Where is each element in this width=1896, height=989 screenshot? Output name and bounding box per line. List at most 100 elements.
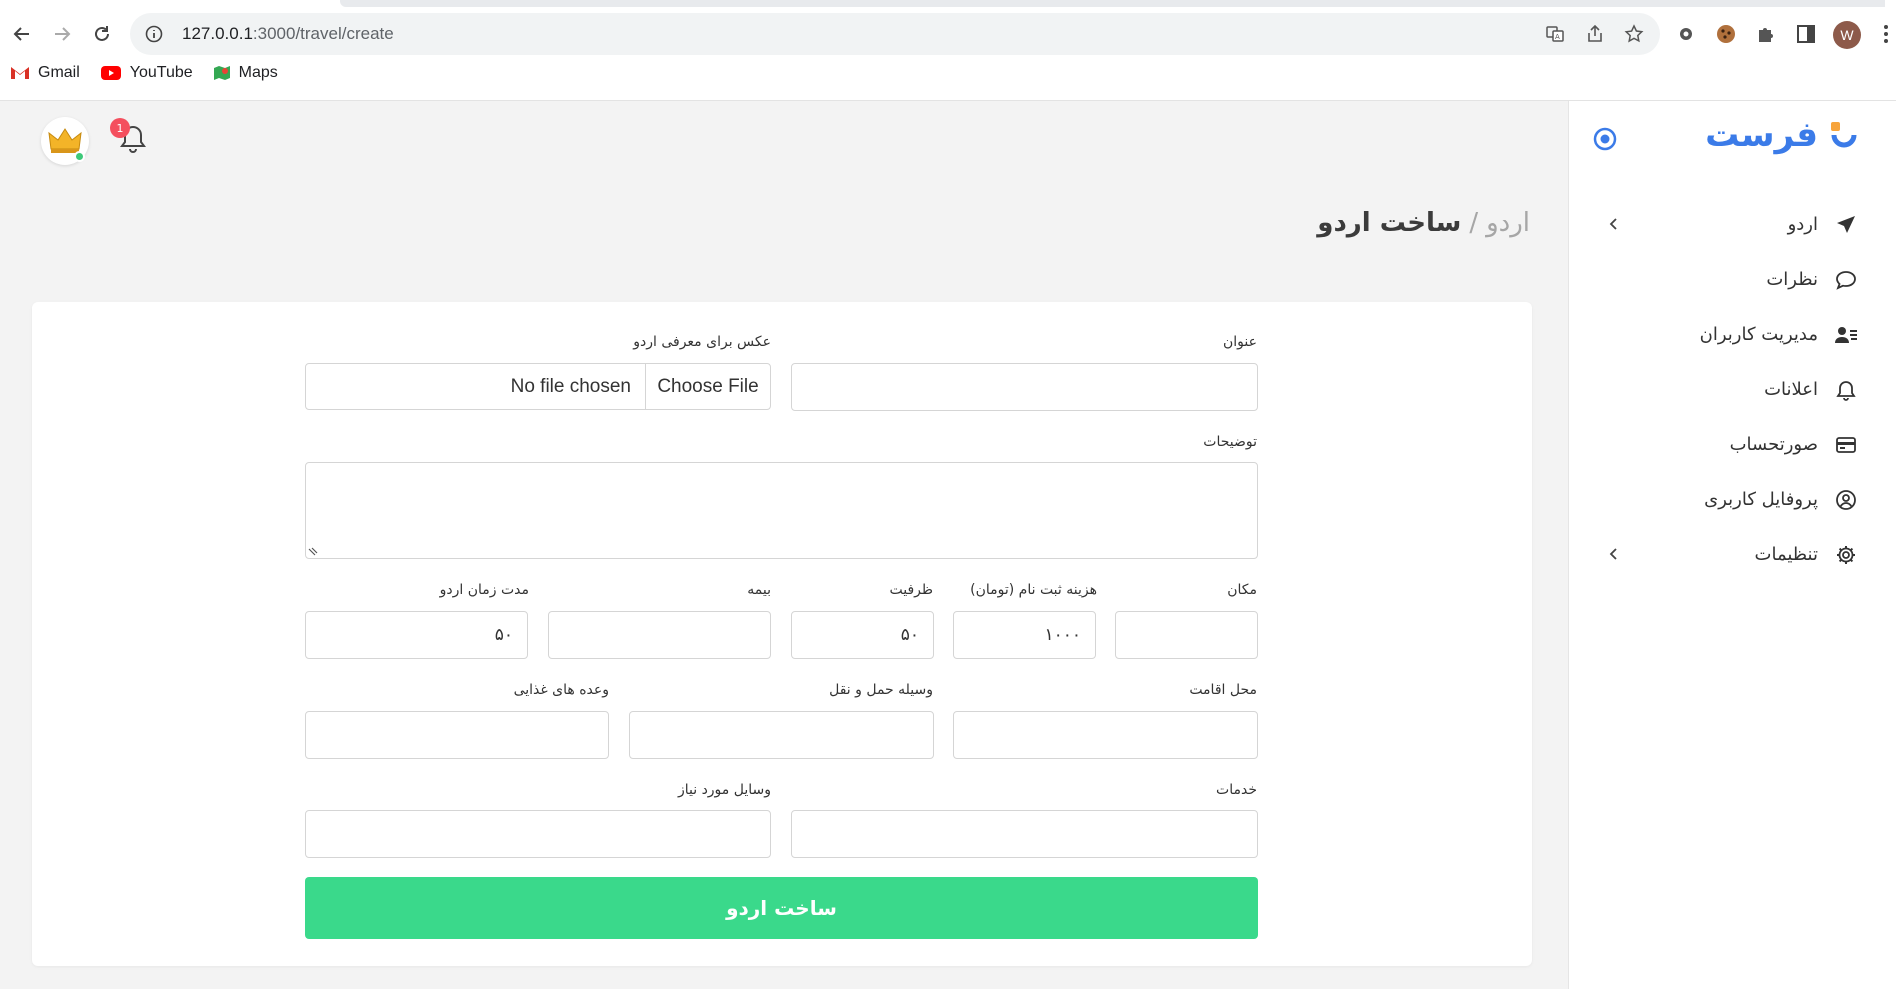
insurance-label: بیمه [747,582,771,598]
duration-label: مدت زمان اردو [439,582,529,598]
sidebar-item-label: نظرات [1766,269,1818,290]
reload-icon [95,26,109,41]
page-title: ساخت اردو [1317,208,1462,238]
sidebar-item-users[interactable]: مدیریت کاربران [1569,307,1896,362]
sidebar-item-label: پروفایل کاربری [1704,489,1818,510]
accommodation-label: محل اقامت [1189,682,1257,698]
svg-text:A: A [1555,33,1560,41]
menu-dots-icon[interactable] [1872,20,1896,48]
profile-avatar[interactable]: W [1833,21,1861,49]
location-field[interactable] [1115,611,1258,659]
arrow-left-icon [13,27,29,41]
breadcrumb-parent[interactable]: اردو [1486,208,1530,238]
file-status: No file chosen [510,375,631,397]
duration-field[interactable]: ۵۰ [305,611,528,659]
gmail-icon [11,67,29,79]
sidebar-item-label: اردو [1787,214,1818,235]
title-field[interactable] [791,363,1258,411]
chevron-left-icon [1609,548,1617,560]
notifications-button[interactable]: 1 [110,118,148,156]
user-circle-icon [1834,488,1858,512]
notification-badge: 1 [110,118,130,138]
browser-chrome: 127.0.0.1:3000/travel/create A W Gmail Y… [0,0,1896,101]
plane-icon [1834,213,1858,237]
address-bar[interactable]: 127.0.0.1:3000/travel/create A [130,13,1660,55]
sidebar-item-profile[interactable]: پروفایل کاربری [1569,472,1896,527]
reload-button[interactable] [88,20,116,48]
credit-card-icon [1834,433,1858,457]
equipment-label: وسایل مورد نیاز [677,782,771,798]
sidebar-item-settings[interactable]: تنظیمات [1569,527,1896,582]
brand-logo[interactable]: فرست [1705,115,1862,155]
sidebar-item-label: تنظیمات [1754,544,1818,565]
sidebar-item-label: اعلانات [1764,379,1818,400]
services-field[interactable] [791,810,1258,858]
tab-strip [340,0,1885,7]
resize-grip-icon[interactable] [308,546,318,556]
star-icon[interactable] [1621,21,1647,47]
fee-label: هزینه ثبت نام (تومان) [970,582,1097,598]
equipment-field[interactable] [305,810,771,858]
insurance-field[interactable] [548,611,771,659]
bookmark-label: Maps [238,64,278,81]
image-file-input[interactable]: Choose File No file chosen [305,363,771,410]
transport-label: وسیله حمل و نقل [829,682,933,698]
sidebar-menu: اردو نظرات مدیریت کاربران اعلانات صورتحس… [1569,197,1896,582]
capacity-label: ظرفیت [889,582,933,598]
comment-icon [1834,268,1858,292]
bell-icon [1834,378,1858,402]
bookmark-gmail[interactable]: Gmail [10,64,80,82]
capacity-field[interactable]: ۵۰ [791,611,934,659]
cookie-icon[interactable] [1712,20,1740,48]
sidebar-item-comments[interactable]: نظرات [1569,252,1896,307]
breadcrumb: اردو / ساخت اردو [1317,208,1530,238]
site-info-icon[interactable] [144,24,164,44]
radio-toggle-icon [1593,127,1617,151]
translate-icon[interactable]: A [1542,21,1568,47]
bookmark-youtube[interactable]: YouTube [100,64,193,82]
description-label: توضیحات [1203,434,1257,450]
create-travel-button[interactable]: ساخت اردو [305,877,1258,939]
extension-gear-icon[interactable] [1672,20,1700,48]
transport-field[interactable] [629,711,934,759]
online-status-dot [74,151,85,162]
side-panel-icon[interactable] [1792,20,1820,48]
url-host: 127.0.0.1 [182,24,253,43]
image-label: عکس برای معرفی اردو [633,334,771,350]
sidebar-item-notifications[interactable]: اعلانات [1569,362,1896,417]
sidebar: فرست اردو نظرات مدیریت کاربران اعلانات ص… [1568,101,1896,989]
form-card [32,302,1532,966]
users-icon [1834,323,1858,347]
forward-button[interactable] [48,20,76,48]
chevron-left-icon [1609,218,1617,230]
title-label: عنوان [1223,334,1257,350]
share-icon[interactable] [1582,21,1608,47]
sidebar-item-travel[interactable]: اردو [1569,197,1896,252]
maps-icon [213,66,230,80]
location-label: مکان [1227,582,1257,598]
bookmark-label: Gmail [38,64,80,81]
meals-field[interactable] [305,711,609,759]
url-path: :3000/travel/create [252,24,394,43]
brand-mark-icon [1831,122,1857,148]
url-text[interactable]: 127.0.0.1:3000/travel/create [182,24,394,44]
sidebar-item-label: مدیریت کاربران [1699,324,1818,345]
puzzle-icon[interactable] [1752,20,1780,48]
breadcrumb-separator: / [1469,208,1479,238]
bookmark-label: YouTube [129,64,193,81]
user-avatar[interactable] [41,117,89,165]
sidebar-item-label: صورتحساب [1729,434,1818,455]
fee-field[interactable]: ۱۰۰۰ [953,611,1096,659]
meals-label: وعده های غذایی [513,682,609,698]
description-textarea[interactable] [305,462,1258,559]
sidebar-toggle[interactable] [1591,125,1619,153]
choose-file-button[interactable]: Choose File [645,364,770,409]
sidebar-item-billing[interactable]: صورتحساب [1569,417,1896,472]
accommodation-field[interactable] [953,711,1258,759]
gear-icon [1834,543,1858,567]
bookmark-maps[interactable]: Maps [213,64,278,82]
youtube-icon [100,66,121,80]
bookmarks-bar: Gmail YouTube Maps [10,64,278,82]
brand-name: فرست [1705,115,1818,155]
back-button[interactable] [8,20,36,48]
